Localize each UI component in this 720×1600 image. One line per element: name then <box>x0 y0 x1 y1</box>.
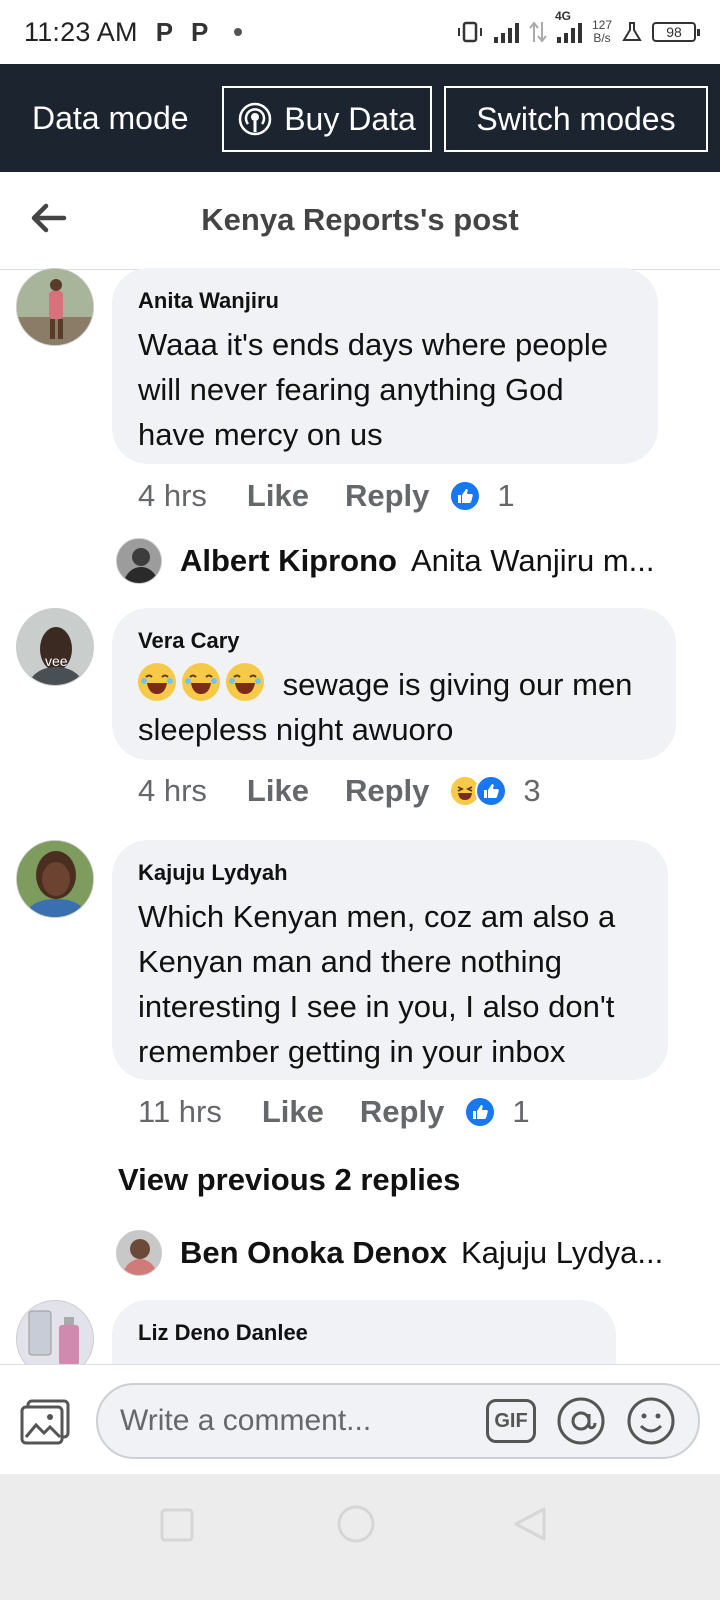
comment-text: Waaa it's ends days where people will ne… <box>138 327 609 452</box>
comment-actions: 11 hrs Like Reply 1 <box>138 1094 530 1130</box>
data-mode-label: Data mode <box>32 99 189 136</box>
gif-icon[interactable]: GIF <box>486 1399 536 1443</box>
reply-author: Ben Onoka Denox <box>180 1235 447 1270</box>
like-button[interactable]: Like <box>247 478 309 514</box>
comment-actions: 4 hrs Like Reply 1 <box>138 478 515 514</box>
buy-data-label: Buy Data <box>284 100 416 137</box>
net-speed: 127 B/s <box>592 19 612 45</box>
status-indicators: 4G 127 B/s 98 <box>456 9 700 45</box>
vibrate-icon <box>457 21 482 43</box>
comment-input[interactable]: Write a comment... GIF <box>96 1383 700 1459</box>
buy-data-button[interactable]: Buy Data <box>222 86 432 152</box>
reply-button[interactable]: Reply <box>345 478 429 514</box>
back-button[interactable] <box>512 1506 548 1542</box>
avatar[interactable] <box>16 840 94 918</box>
comment-author[interactable]: Liz Deno Danlee <box>138 1320 590 1346</box>
laughing-emoji-icon <box>226 663 264 701</box>
like-reaction-icon <box>464 1096 497 1128</box>
comment-text-row: sewage is giving our men sleepless night… <box>138 662 650 752</box>
battery-indicator: 98 <box>652 22 700 42</box>
mention-icon[interactable] <box>556 1396 606 1446</box>
flask-icon <box>622 22 642 41</box>
comment-time: 4 hrs <box>138 478 207 513</box>
avatar <box>116 538 162 584</box>
view-previous-replies-link[interactable]: View previous 2 replies <box>118 1162 460 1198</box>
avatar[interactable]: vee <box>16 608 94 686</box>
reply-button[interactable]: Reply <box>345 773 429 809</box>
switch-modes-button[interactable]: Switch modes <box>444 86 708 152</box>
gif-label: GIF <box>494 1409 528 1432</box>
signal-icon <box>493 21 519 43</box>
like-reaction-icon <box>475 775 508 807</box>
signal-4g-icon: 4G <box>555 9 582 43</box>
comment-author[interactable]: Anita Wanjiru <box>138 288 632 314</box>
comment-input-placeholder: Write a comment... <box>120 1404 372 1437</box>
reply-preview[interactable]: Albert Kiprono Anita Wanjiru m... <box>116 538 654 584</box>
like-reaction-icon <box>449 480 482 512</box>
comment-bubble[interactable]: Anita Wanjiru Waaa it's ends days where … <box>112 268 658 464</box>
reactions-summary[interactable]: 1 <box>449 478 515 514</box>
broadcast-icon <box>238 102 272 136</box>
post-header: Kenya Reports's post <box>0 172 720 270</box>
person-photo-icon <box>17 841 93 917</box>
reply-text: Kajuju Lydya... <box>461 1235 664 1270</box>
avatar <box>116 1230 162 1276</box>
comment-actions: 4 hrs Like Reply 3 <box>138 773 541 809</box>
page-title: Kenya Reports's post <box>201 202 519 237</box>
notification-icon: P <box>191 16 209 47</box>
avatar[interactable] <box>16 268 94 346</box>
laughing-emoji-icon <box>138 663 176 701</box>
comment-author[interactable]: Vera Cary <box>138 628 650 654</box>
like-button[interactable]: Like <box>262 1094 324 1130</box>
system-nav-bar <box>0 1474 720 1600</box>
more-notifications-icon <box>234 28 243 36</box>
reactions-summary[interactable]: 3 <box>449 773 541 809</box>
person-photo-icon <box>117 1231 161 1275</box>
reaction-count: 3 <box>523 773 541 808</box>
like-button[interactable]: Like <box>247 773 309 809</box>
network-type: 4G <box>554 9 571 23</box>
notification-icon: P <box>155 16 174 47</box>
photo-icon[interactable] <box>20 1397 72 1447</box>
comment-time: 4 hrs <box>138 773 207 808</box>
net-speed-unit: B/s <box>593 31 611 45</box>
reply-preview[interactable]: Ben Onoka Denox Kajuju Lydya... <box>116 1230 663 1276</box>
person-photo-icon <box>17 269 93 345</box>
person-photo-icon <box>17 609 93 685</box>
comment-text: Which Kenyan men, coz am also a Kenyan m… <box>138 899 616 1069</box>
data-transfer-icon <box>529 21 547 43</box>
person-photo-icon <box>117 539 161 583</box>
reaction-count: 1 <box>497 478 515 513</box>
emoji-icon[interactable] <box>626 1396 676 1446</box>
comment-author[interactable]: Kajuju Lydyah <box>138 860 642 886</box>
status-bar: 11:23 AM P P 4G 127 B/s 98 <box>0 0 720 64</box>
reply-button[interactable]: Reply <box>360 1094 444 1130</box>
avatar-caption: vee <box>45 653 68 669</box>
recent-apps-button[interactable] <box>160 1508 194 1542</box>
reactions-summary[interactable]: 1 <box>464 1094 530 1130</box>
reaction-count: 1 <box>512 1094 530 1129</box>
comment-composer: Write a comment... GIF <box>0 1364 720 1476</box>
switch-modes-label: Switch modes <box>476 100 676 137</box>
comment-bubble[interactable]: Kajuju Lydyah Which Kenyan men, coz am a… <box>112 840 668 1080</box>
status-time: 11:23 AM <box>24 16 138 47</box>
comment-bubble[interactable]: Vera Cary sewage is giving our men sleep… <box>112 608 676 760</box>
home-button[interactable] <box>336 1504 376 1544</box>
data-mode-bar: Data mode Buy Data Switch modes <box>0 64 720 172</box>
reply-author: Albert Kiprono <box>180 543 397 578</box>
laughing-emoji-icon <box>182 663 220 701</box>
reply-text: Anita Wanjiru m... <box>411 543 655 578</box>
comment-time: 11 hrs <box>138 1094 222 1129</box>
